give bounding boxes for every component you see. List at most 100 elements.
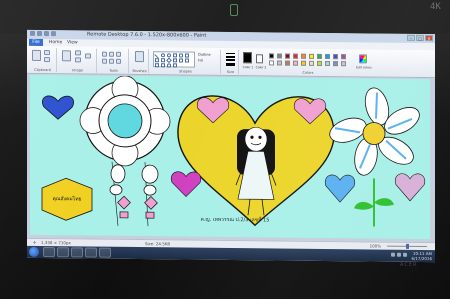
color-picker-icon[interactable] bbox=[109, 58, 114, 64]
rotate-icon[interactable] bbox=[85, 53, 91, 59]
pencil-icon[interactable] bbox=[102, 51, 107, 57]
taskbar-media-icon[interactable] bbox=[71, 247, 83, 258]
save-icon[interactable] bbox=[37, 30, 42, 37]
window-controls: – □ ✕ bbox=[407, 34, 433, 42]
canvas-drawing bbox=[41, 75, 426, 227]
text-icon[interactable] bbox=[116, 51, 121, 57]
palette-color-swatch[interactable] bbox=[317, 60, 322, 66]
size-line-medium[interactable] bbox=[226, 55, 235, 58]
size-line-thin[interactable] bbox=[226, 52, 235, 55]
eraser-icon[interactable] bbox=[102, 58, 107, 64]
status-zoom-level: 100% bbox=[369, 243, 381, 249]
polygon-shape-icon[interactable] bbox=[185, 53, 189, 58]
bead-shape bbox=[143, 184, 157, 196]
monitor-brand-badge: 4K bbox=[430, 2, 441, 12]
taskbar-chrome-icon[interactable] bbox=[85, 247, 97, 258]
palette-color-swatch[interactable] bbox=[277, 60, 282, 66]
palette-color-swatch[interactable] bbox=[285, 60, 290, 66]
color2-swatch[interactable] bbox=[256, 54, 263, 64]
right-triangle-shape-icon[interactable] bbox=[161, 58, 165, 63]
palette-color-swatch[interactable] bbox=[269, 53, 274, 59]
palette-color-swatch[interactable] bbox=[341, 61, 346, 67]
ribbon: Clipboard Image Tools Brushes Outline Fi… bbox=[27, 45, 435, 79]
tray-clock[interactable]: 10:11 AM 6/17/2016 bbox=[411, 251, 432, 261]
bead-shape bbox=[109, 184, 123, 196]
fill-dropdown[interactable]: Fill bbox=[198, 59, 203, 63]
taskbar-explorer-icon[interactable] bbox=[57, 247, 69, 258]
palette-color-swatch[interactable] bbox=[333, 54, 338, 60]
palette-color-swatch[interactable] bbox=[325, 53, 330, 60]
lilac-heart-shape bbox=[394, 173, 426, 202]
crop-icon[interactable] bbox=[75, 50, 81, 56]
ribbon-group-size: Size bbox=[223, 49, 239, 75]
triangle-shape-icon[interactable] bbox=[155, 58, 159, 63]
palette-color-swatch[interactable] bbox=[277, 53, 282, 59]
minimize-button[interactable]: – bbox=[407, 34, 415, 41]
canvas-area: คุณสังคมไทย ด.ญ. เทพวรรณ ป.2/3 เลขที่ 15 bbox=[27, 73, 435, 243]
undo-icon[interactable] bbox=[44, 31, 49, 37]
lightning-shape-icon[interactable] bbox=[173, 63, 177, 68]
edit-colors-icon[interactable] bbox=[359, 54, 367, 64]
shapes-gallery[interactable] bbox=[153, 51, 195, 68]
close-button[interactable]: ✕ bbox=[425, 35, 433, 42]
outline-dropdown[interactable]: Outline bbox=[198, 53, 211, 57]
palette-color-swatch[interactable] bbox=[269, 60, 274, 66]
diamond-shape-icon[interactable] bbox=[166, 57, 172, 64]
palette-color-swatch[interactable] bbox=[301, 53, 306, 59]
ribbon-group-label: Clipboard bbox=[34, 67, 51, 73]
flower-leaf-shape bbox=[374, 198, 394, 206]
taskbar-ie-icon[interactable] bbox=[43, 247, 55, 258]
hexagon-shape-icon[interactable] bbox=[179, 58, 183, 63]
webcam-icon bbox=[230, 4, 238, 16]
rectangle-shape-icon[interactable] bbox=[173, 53, 177, 58]
heart-shape-icon[interactable] bbox=[167, 63, 171, 68]
brush-icon[interactable] bbox=[135, 50, 144, 63]
resize-icon[interactable] bbox=[75, 57, 81, 63]
cut-icon[interactable] bbox=[44, 50, 50, 56]
palette-color-swatch[interactable] bbox=[293, 60, 298, 66]
palette-color-swatch[interactable] bbox=[309, 60, 314, 66]
maximize-button[interactable]: □ bbox=[416, 34, 424, 42]
rounded-rectangle-shape-icon[interactable] bbox=[179, 53, 183, 58]
palette-color-swatch[interactable] bbox=[333, 61, 338, 67]
redo-icon[interactable] bbox=[51, 31, 56, 37]
paste-icon[interactable] bbox=[32, 49, 41, 62]
size-line-thick[interactable] bbox=[226, 58, 235, 62]
palette-color-swatch[interactable] bbox=[309, 53, 314, 59]
ribbon-group-shapes: Outline Fill Shapes bbox=[151, 49, 221, 74]
ribbon-group-colors: Color 1 Color 2 Edit colors Colors bbox=[241, 50, 375, 75]
size-line-thickest[interactable] bbox=[226, 62, 235, 67]
palette-color-swatch[interactable] bbox=[325, 60, 330, 67]
star-shape-icon[interactable] bbox=[155, 63, 159, 68]
zoom-slider-knob[interactable] bbox=[406, 243, 409, 249]
arrow-shape-icon[interactable] bbox=[185, 58, 189, 63]
network-icon[interactable] bbox=[391, 252, 395, 257]
select-icon[interactable] bbox=[62, 50, 71, 62]
status-position: 1,338 × 710px bbox=[41, 240, 71, 246]
magnifier-icon[interactable] bbox=[116, 58, 121, 64]
paint-app-icon[interactable] bbox=[30, 30, 35, 36]
quick-access-toolbar bbox=[30, 30, 80, 39]
face-shape bbox=[244, 126, 268, 152]
start-button-icon[interactable] bbox=[29, 246, 39, 257]
flag-icon[interactable] bbox=[403, 252, 407, 257]
curve-shape-icon[interactable] bbox=[161, 53, 165, 58]
fill-bucket-icon[interactable] bbox=[109, 51, 114, 57]
palette-color-swatch[interactable] bbox=[285, 53, 290, 59]
palette-color-swatch[interactable] bbox=[293, 53, 298, 59]
palette-color-swatch[interactable] bbox=[341, 54, 346, 60]
taskbar-paint-icon[interactable] bbox=[99, 247, 111, 258]
color1-swatch[interactable] bbox=[243, 52, 252, 64]
drawing-canvas[interactable]: คุณสังคมไทย ด.ญ. เทพวรรณ ป.2/3 เลขที่ 15 bbox=[30, 74, 430, 240]
palette-color-swatch[interactable] bbox=[317, 53, 322, 59]
palette-color-swatch[interactable] bbox=[301, 60, 306, 66]
color-palette bbox=[241, 50, 375, 67]
ribbon-group-label: Size bbox=[226, 69, 235, 75]
volume-icon[interactable] bbox=[397, 252, 401, 257]
copy-icon[interactable] bbox=[44, 57, 50, 63]
pentagon-shape-icon[interactable] bbox=[173, 58, 177, 63]
pentagon-label-text: คุณสังคมไทย bbox=[52, 196, 82, 203]
monitor-top-bezel bbox=[0, 0, 450, 34]
callout-shape-icon[interactable] bbox=[161, 63, 165, 68]
ribbon-group-brushes: Brushes bbox=[131, 48, 149, 74]
